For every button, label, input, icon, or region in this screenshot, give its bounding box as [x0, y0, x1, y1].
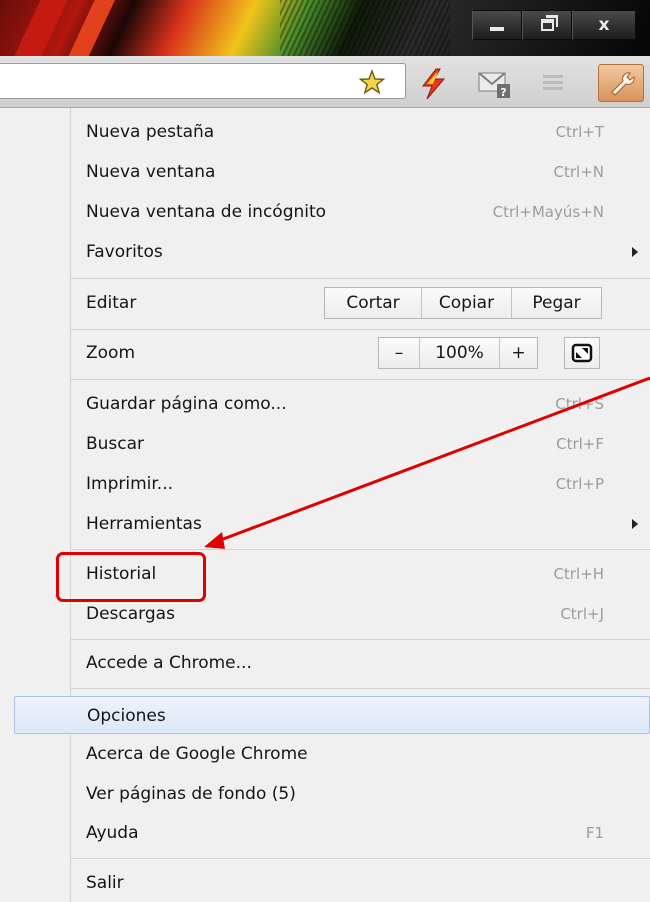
submenu-arrow-icon [632, 519, 638, 529]
window-controls: x [472, 10, 636, 40]
window-title-bar: x [0, 0, 650, 56]
zoom-out-button[interactable]: – [379, 338, 419, 368]
wrench-menu-button[interactable] [598, 64, 644, 102]
mail-checker-icon[interactable]: ? [478, 69, 512, 99]
fullscreen-icon [571, 343, 593, 363]
menu-item-label: Nueva ventana [86, 162, 216, 182]
menu-item-shortcut: Ctrl+J [560, 605, 604, 623]
menu-item-shortcut: Ctrl+P [555, 475, 604, 493]
edit-label: Editar [86, 293, 137, 313]
menu-separator [71, 379, 650, 380]
menu-row-zoom: Zoom – 100% + [14, 333, 650, 373]
menu-item-new-window[interactable]: Nueva ventana Ctrl+N [14, 153, 650, 191]
menu-item-shortcut: F1 [585, 824, 604, 842]
menu-item-options[interactable]: Opciones [14, 696, 650, 734]
menu-item-label: Nueva pestaña [86, 122, 215, 142]
menu-item-new-tab[interactable]: Nueva pestaña Ctrl+T [14, 113, 650, 151]
minimize-icon [490, 27, 504, 31]
title-bar-decoration [280, 0, 450, 56]
menu-separator [71, 639, 650, 640]
menu-item-sign-in-chrome[interactable]: Accede a Chrome... [14, 644, 650, 682]
address-bar[interactable] [0, 63, 406, 99]
menu-item-label: Ver páginas de fondo (5) [86, 784, 296, 804]
menu-item-shortcut: Ctrl+H [553, 565, 604, 583]
restore-icon [540, 15, 558, 31]
cut-button[interactable]: Cortar [325, 288, 421, 318]
extension-icon[interactable] [540, 70, 566, 94]
menu-item-shortcut: Ctrl+T [555, 123, 604, 141]
menu-item-label: Guardar página como... [86, 394, 287, 414]
menu-separator [71, 549, 650, 550]
copy-button[interactable]: Copiar [421, 288, 511, 318]
menu-item-label: Favoritos [86, 242, 163, 262]
close-button[interactable]: x [572, 10, 636, 40]
menu-item-bookmarks[interactable]: Favoritos [14, 233, 650, 271]
menu-item-label: Herramientas [86, 514, 202, 534]
menu-item-save-page[interactable]: Guardar página como... Ctrl+S [14, 385, 650, 423]
restore-button[interactable] [522, 10, 572, 40]
fullscreen-button[interactable] [564, 337, 600, 369]
minimize-button[interactable] [472, 10, 522, 40]
menu-item-about-chrome[interactable]: Acerca de Google Chrome [14, 735, 650, 773]
bolt-extension-icon[interactable] [418, 68, 448, 100]
menu-item-shortcut: Ctrl+S [555, 395, 604, 413]
chrome-menu: Nueva pestaña Ctrl+T Nueva ventana Ctrl+… [0, 108, 650, 902]
menu-separator [71, 688, 650, 689]
menu-item-background-pages[interactable]: Ver páginas de fondo (5) [14, 775, 650, 813]
menu-item-find[interactable]: Buscar Ctrl+F [14, 425, 650, 463]
browser-toolbar: ? [0, 56, 650, 108]
menu-item-tools[interactable]: Herramientas [14, 505, 650, 543]
menu-item-print[interactable]: Imprimir... Ctrl+P [14, 465, 650, 503]
star-icon[interactable] [359, 69, 385, 95]
zoom-level: 100% [419, 338, 499, 368]
menu-item-label: Salir [86, 873, 124, 893]
wrench-icon [611, 72, 635, 96]
menu-separator [71, 329, 650, 330]
menu-item-label: Ayuda [86, 823, 139, 843]
menu-item-label: Imprimir... [86, 474, 174, 494]
menu-item-help[interactable]: Ayuda F1 [14, 814, 650, 852]
menu-separator [71, 278, 650, 279]
menu-item-label: Accede a Chrome... [86, 653, 252, 673]
paste-button[interactable]: Pegar [511, 288, 601, 318]
menu-item-exit[interactable]: Salir [14, 864, 650, 902]
menu-item-incognito-window[interactable]: Nueva ventana de incógnito Ctrl+Mayús+N [14, 193, 650, 231]
svg-text:?: ? [500, 86, 506, 99]
menu-item-label: Opciones [87, 706, 166, 726]
annotation-highlight-box [56, 552, 206, 602]
menu-row-edit: Editar Cortar Copiar Pegar [14, 283, 650, 323]
close-icon: x [598, 15, 610, 35]
menu-item-label: Buscar [86, 434, 145, 454]
zoom-in-button[interactable]: + [499, 338, 537, 368]
menu-item-label: Acerca de Google Chrome [86, 744, 308, 764]
menu-item-shortcut: Ctrl+Mayús+N [492, 203, 604, 221]
menu-separator [71, 858, 650, 859]
submenu-arrow-icon [632, 247, 638, 257]
zoom-controls: – 100% + [378, 337, 538, 369]
edit-button-group: Cortar Copiar Pegar [324, 287, 602, 319]
zoom-label: Zoom [86, 343, 136, 363]
menu-item-shortcut: Ctrl+F [556, 435, 604, 453]
menu-item-shortcut: Ctrl+N [553, 163, 604, 181]
menu-item-label: Nueva ventana de incógnito [86, 202, 327, 222]
